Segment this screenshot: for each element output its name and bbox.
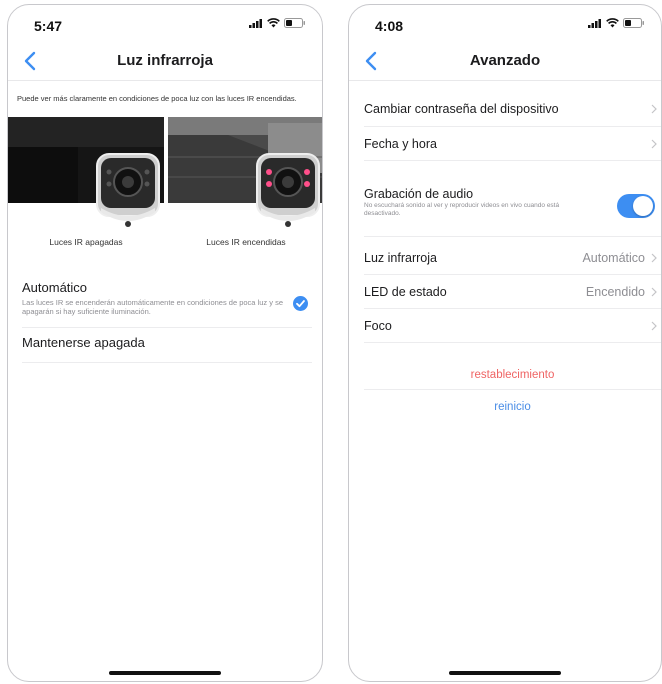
wifi-icon: [606, 18, 619, 28]
wifi-icon: [267, 18, 280, 28]
row-value: Encendido: [585, 285, 645, 299]
option-title: Automático: [22, 280, 88, 295]
row-label: Foco: [364, 319, 392, 333]
option-stay-off[interactable]: Mantenerse apagada: [22, 335, 312, 363]
audio-recording-row: Grabación de audio No escuchará sonido a…: [364, 175, 661, 237]
cellular-signal-icon: [588, 18, 601, 28]
phone-screen-advanced: 4:08 Avanzado Cambiar contraseña del dis…: [348, 4, 662, 682]
navigation-bar: Luz infrarroja: [8, 41, 322, 81]
cellular-signal-icon: [249, 18, 262, 28]
status-led-row[interactable]: LED de estado Encendido: [364, 275, 661, 309]
phone-screen-ir-light: 5:47 Luz infrarroja Puede ver más claram…: [7, 4, 323, 682]
spotlight-row[interactable]: Foco: [364, 309, 661, 343]
row-label: Grabación de audio: [364, 187, 474, 201]
chevron-right-icon: [651, 104, 657, 114]
battery-icon: [623, 18, 644, 28]
toggle-knob: [633, 196, 653, 216]
row-label: Luz infrarroja: [364, 251, 437, 265]
ir-off-caption: Luces IR apagadas: [49, 237, 123, 247]
page-title: Avanzado: [469, 52, 541, 69]
home-indicator[interactable]: [109, 671, 221, 675]
change-password-row[interactable]: Cambiar contraseña del dispositivo: [364, 91, 661, 127]
row-value: Automático: [582, 251, 645, 265]
navigation-bar: Avanzado: [349, 41, 661, 81]
camera-off-icon: [96, 153, 160, 227]
chevron-right-icon: [651, 321, 657, 331]
status-time: 5:47: [34, 18, 63, 34]
row-label: LED de estado: [364, 285, 447, 299]
reset-button[interactable]: restablecimiento: [364, 360, 661, 390]
home-indicator[interactable]: [449, 671, 561, 675]
page-title: Luz infrarroja: [117, 52, 213, 69]
status-bar: 5:47: [8, 5, 322, 39]
chevron-right-icon: [651, 139, 657, 149]
infrared-light-row[interactable]: Luz infrarroja Automático: [364, 241, 661, 275]
ir-description: Puede ver más claramente en condiciones …: [17, 94, 297, 103]
option-title: Mantenerse apagada: [22, 335, 145, 350]
chevron-right-icon: [651, 253, 657, 263]
status-bar: 4:08: [349, 5, 661, 39]
battery-icon: [284, 18, 305, 28]
option-description: Las luces IR se encenderán automáticamen…: [22, 298, 283, 316]
row-description: No escuchará sonido al ver y reproducir …: [364, 202, 560, 217]
status-time: 4:08: [375, 18, 404, 34]
row-label: Cambiar contraseña del dispositivo: [364, 102, 559, 116]
camera-on-icon: [256, 153, 320, 227]
checkmark-icon: [293, 296, 308, 311]
option-automatic[interactable]: Automático Las luces IR se encenderán au…: [22, 280, 312, 328]
reboot-button[interactable]: reinicio: [364, 392, 661, 422]
chevron-right-icon: [651, 287, 657, 297]
audio-recording-toggle[interactable]: [617, 194, 655, 218]
row-label: Fecha y hora: [364, 137, 437, 151]
ir-on-caption: Luces IR encendidas: [206, 237, 286, 247]
date-time-row[interactable]: Fecha y hora: [364, 127, 661, 161]
